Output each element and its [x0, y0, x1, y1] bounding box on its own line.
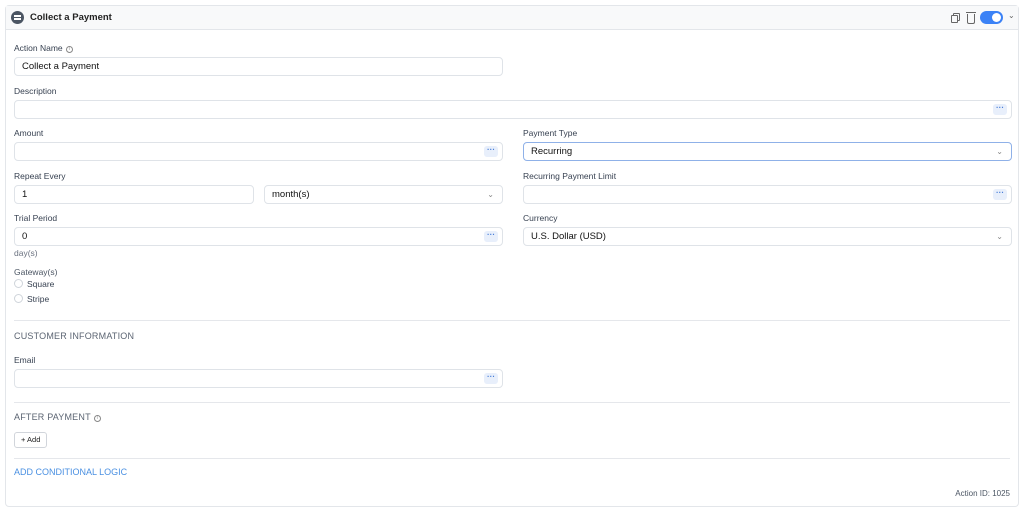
recurring-limit-input[interactable]: ···	[523, 185, 1012, 204]
trial-period-label: Trial Period	[14, 213, 58, 223]
copy-icon[interactable]	[951, 13, 960, 23]
add-button[interactable]: + Add	[14, 432, 48, 448]
currency-select[interactable]: U.S. Dollar (USD) ⌄	[523, 227, 1012, 246]
value: month(s)	[272, 189, 310, 200]
card-header: Collect a Payment ⌄	[6, 6, 1018, 30]
value: 0	[22, 231, 28, 242]
value: Recurring	[531, 146, 573, 157]
divider	[14, 402, 1010, 403]
email-label: Email	[14, 355, 36, 365]
recurring-limit-label: Recurring Payment Limit	[523, 171, 617, 181]
action-name-label: Action Name i	[14, 43, 73, 53]
more-icon[interactable]: ···	[484, 146, 498, 157]
divider	[14, 320, 1010, 321]
description-input[interactable]: ···	[14, 100, 1012, 119]
more-icon[interactable]: ···	[484, 231, 498, 242]
chevron-down-icon[interactable]: ⌄	[1008, 11, 1015, 20]
chevron-down-icon: ⌄	[487, 190, 494, 199]
gateway-stripe-label: Stripe	[27, 294, 50, 304]
more-icon[interactable]: ···	[484, 373, 498, 384]
payment-type-select[interactable]: Recurring ⌄	[523, 142, 1012, 161]
label-text: Action Name	[14, 43, 63, 53]
trial-period-hint: day(s)	[14, 248, 38, 258]
action-id: Action ID: 1025	[955, 489, 1010, 498]
info-icon[interactable]: i	[65, 46, 73, 53]
amount-input[interactable]: ···	[14, 142, 503, 161]
action-name-input[interactable]: Collect a Payment	[14, 57, 503, 76]
trash-icon[interactable]	[966, 12, 976, 24]
more-icon[interactable]: ···	[993, 104, 1007, 115]
trial-period-input[interactable]: 0 ···	[14, 227, 503, 246]
more-icon[interactable]: ···	[993, 189, 1007, 200]
enable-toggle[interactable]	[980, 11, 1003, 24]
radio-stripe[interactable]	[14, 294, 23, 303]
action-icon	[11, 11, 24, 24]
currency-label: Currency	[523, 213, 558, 223]
divider	[14, 458, 1010, 459]
add-conditional-logic-link[interactable]: ADD CONDITIONAL LOGIC	[14, 467, 127, 477]
chevron-down-icon: ⌄	[996, 147, 1003, 156]
gateway-square-label: Square	[27, 279, 55, 289]
chevron-down-icon: ⌄	[996, 232, 1003, 241]
email-input[interactable]: ···	[14, 369, 503, 388]
info-icon[interactable]: i	[93, 415, 101, 422]
radio-square[interactable]	[14, 279, 23, 288]
repeat-every-label: Repeat Every	[14, 171, 66, 181]
action-card: Collect a Payment ⌄ Action Name i Collect…	[5, 5, 1019, 507]
repeat-every-input[interactable]: 1	[14, 185, 254, 204]
amount-label: Amount	[14, 128, 44, 138]
repeat-unit-select[interactable]: month(s) ⌄	[264, 185, 503, 204]
description-label: Description	[14, 86, 57, 96]
after-payment-title: AFTER PAYMENT i	[14, 412, 101, 422]
customer-section-title: CUSTOMER INFORMATION	[14, 331, 135, 341]
card-title: Collect a Payment	[30, 12, 112, 23]
gateways-label: Gateway(s)	[14, 267, 58, 277]
value: U.S. Dollar (USD)	[531, 231, 606, 242]
title-text: AFTER PAYMENT	[14, 412, 91, 422]
payment-type-label: Payment Type	[523, 128, 578, 138]
